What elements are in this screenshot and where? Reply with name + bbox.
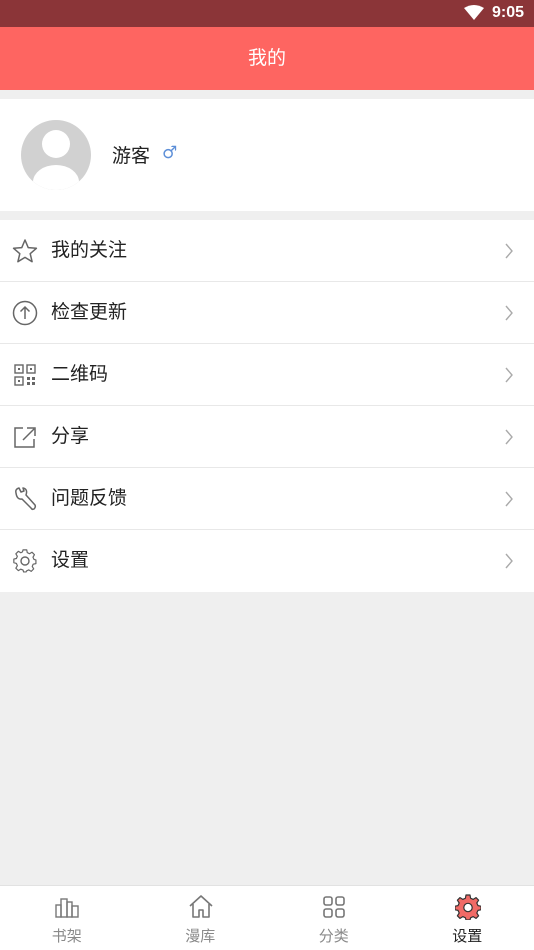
- chevron-right-icon: [504, 366, 514, 384]
- bottom-tab-bar: 书架 漫库 分类 设置: [0, 885, 534, 950]
- profile-card[interactable]: 游客 ♂: [0, 99, 534, 211]
- settings-menu: 我的关注 检查更新 二维码: [0, 220, 534, 592]
- tab-label: 漫库: [134, 925, 268, 946]
- app-bar: 我的: [0, 27, 534, 90]
- wifi-icon: [464, 5, 484, 21]
- menu-item-label: 设置: [51, 530, 89, 591]
- gender-male-icon: ♂: [162, 143, 177, 163]
- menu-item-label: 我的关注: [51, 220, 127, 281]
- status-time: 9:05: [492, 4, 524, 22]
- menu-item-share[interactable]: 分享: [0, 406, 534, 468]
- avatar-placeholder-icon: [21, 120, 91, 190]
- chevron-right-icon: [504, 552, 514, 570]
- menu-item-label: 问题反馈: [51, 468, 127, 529]
- menu-item-check-update[interactable]: 检查更新: [0, 282, 534, 344]
- bookshelf-icon: [54, 894, 80, 920]
- tab-label: 分类: [267, 925, 401, 946]
- menu-item-qr-code[interactable]: 二维码: [0, 344, 534, 406]
- wrench-icon: [12, 486, 38, 512]
- tab-label: 书架: [0, 925, 134, 946]
- menu-item-label: 检查更新: [51, 282, 127, 343]
- grid-icon: [321, 894, 347, 920]
- user-name: 游客: [112, 141, 150, 168]
- tab-bookshelf[interactable]: 书架: [0, 886, 134, 950]
- menu-item-settings[interactable]: 设置: [0, 530, 534, 592]
- gear-icon: [12, 548, 38, 574]
- chevron-right-icon: [504, 304, 514, 322]
- avatar[interactable]: [21, 120, 91, 190]
- chevron-right-icon: [504, 428, 514, 446]
- menu-item-label: 分享: [51, 406, 89, 467]
- gear-icon: [455, 894, 481, 920]
- menu-item-label: 二维码: [51, 344, 108, 405]
- chevron-right-icon: [504, 490, 514, 508]
- upload-circle-icon: [12, 300, 38, 326]
- home-icon: [188, 894, 214, 920]
- chevron-right-icon: [504, 242, 514, 260]
- star-icon: [12, 238, 38, 264]
- tab-settings[interactable]: 设置: [401, 886, 534, 950]
- menu-item-following[interactable]: 我的关注: [0, 220, 534, 282]
- menu-item-feedback[interactable]: 问题反馈: [0, 468, 534, 530]
- tab-category[interactable]: 分类: [267, 886, 401, 950]
- page-title: 我的: [0, 27, 534, 90]
- qr-code-icon: [12, 362, 38, 388]
- status-bar: 9:05: [0, 0, 534, 27]
- share-icon: [12, 424, 38, 450]
- tab-library[interactable]: 漫库: [134, 886, 268, 950]
- tab-label: 设置: [401, 925, 534, 946]
